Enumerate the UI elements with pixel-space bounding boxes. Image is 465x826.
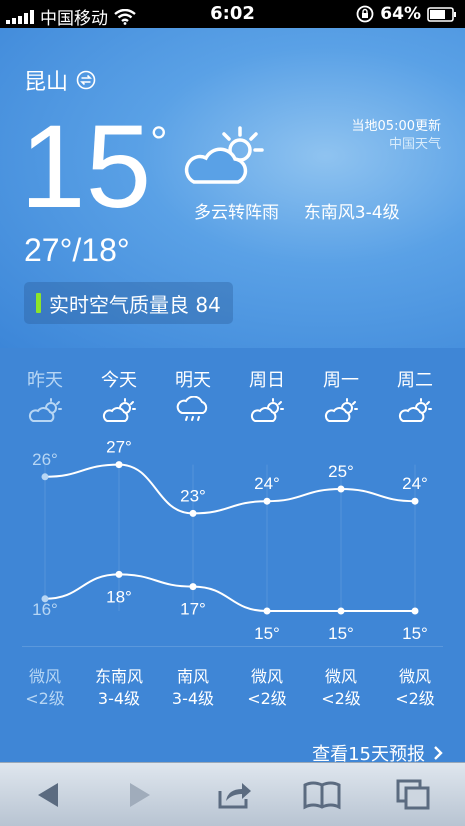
high-temp-point [263,497,271,505]
high-temp-label: 27° [106,438,132,457]
cloud-sun-icon [184,126,264,184]
cloud-sun-icon [324,398,358,422]
forecast-days: 昨天 今天 明天 周日 周一 周二 [0,366,465,391]
high-temp-line [44,463,416,515]
day-label: 昨天 [27,370,63,391]
wind-direction: 东南风 [94,667,143,686]
cloud-sun-icon [398,398,432,422]
high-temp-point [115,461,123,469]
tabs-icon[interactable] [394,777,434,813]
high-temp-label: 24° [254,474,280,493]
wind-level: 3-4级 [171,689,215,708]
day-label: 明天 [175,370,211,391]
current-weather-panel: 昆山 15 ° 多云转阵雨 东南风3-4级 当地05:00更新 中国天气 27°… [0,28,465,348]
high-temp-label: 24° [402,474,428,493]
wind-item: 南风 3-4级 [156,666,230,710]
data-source: 中国天气 [388,137,441,152]
status-bar: 中国移动 6:02 64% [0,0,465,29]
wind-direction: 微风 [324,667,357,686]
wind-level: <2级 [395,689,435,708]
condition-wind: 多云转阵雨 东南风3-4级 [194,198,400,223]
city-selector[interactable]: 昆山 [24,64,96,96]
back-icon[interactable] [28,777,68,813]
update-time: 当地05:00更新 [351,119,441,134]
wind-item: 东南风 3-4级 [82,666,156,710]
wind-direction: 微风 [398,667,431,686]
high-temp-point [41,473,49,481]
current-temperature: 15 [20,101,152,233]
low-temp-label: 18° [106,587,132,606]
wind-direction: 微风 [250,667,283,686]
high-temp-label: 26° [32,450,58,469]
low-temp-line [44,573,415,612]
switch-icon[interactable] [76,70,96,90]
wind-item: 微风 <2级 [230,666,304,710]
forecast-panel: 昨天 今天 明天 周日 周一 周二 26° 27° 23° 24° 25° 24… [0,348,465,765]
day-label: 周一 [323,370,359,391]
low-temp-label: 15° [402,624,428,643]
wind-direction: 南风 [176,667,209,686]
bookmarks-icon[interactable] [302,777,342,813]
update-info: 当地05:00更新 中国天气 [352,118,441,154]
rain-cloud-icon [176,396,208,421]
day-label: 今天 [101,370,137,391]
low-temp-point [411,607,419,615]
degree-symbol: ° [150,118,168,167]
low-temp-point [115,570,123,578]
city-name: 昆山 [24,70,69,95]
wind-item: 微风 <2级 [378,666,452,710]
condition-text: 多云转阵雨 [194,203,279,223]
wind-level: <2级 [25,689,65,708]
day-label: 周二 [397,370,433,391]
aqi-label: 实时空气质量良 84 [49,292,221,317]
wind-item: 微风 <2级 [8,666,82,710]
wind-direction: 微风 [28,667,61,686]
cloud-sun-icon [250,398,284,422]
divider [22,646,443,647]
wind-level: 3-4级 [97,689,141,708]
battery-percent: 64% [380,4,421,24]
low-temp-label: 17° [180,600,206,619]
wind-text: 东南风3-4级 [303,203,400,223]
temperature-chart: 26° 27° 23° 24° 25° 24° 16° 18° 17° 15° 15° 15° [32,438,428,643]
low-temp-point [189,583,197,591]
wind-level: <2级 [321,689,361,708]
rotation-lock-icon [356,5,374,23]
cloud-sun-icon [102,398,136,422]
browser-toolbar [0,762,465,826]
aqi-indicator [36,293,41,313]
cloud-sun-icon [28,398,62,422]
low-temp-point [263,607,271,615]
forward-icon[interactable] [120,777,160,813]
battery-icon [427,6,456,22]
wind-item: 微风 <2级 [304,666,378,710]
high-temp-point [411,497,419,505]
wind-level: <2级 [247,689,287,708]
chevron-right-icon [434,746,443,760]
high-temp-label: 23° [180,486,206,505]
air-quality-button[interactable]: 实时空气质量良 84 [24,282,233,324]
low-temp-point [337,607,345,615]
day-label: 周日 [249,370,285,391]
low-temp-label: 16° [32,600,58,619]
low-temp-label: 15° [254,624,280,643]
battery-info: 64% [356,4,457,24]
temperature-range: 27°/18° [24,232,130,268]
high-temp-point [189,509,197,517]
high-temp-label: 25° [328,462,354,481]
low-temp-label: 15° [328,624,354,643]
high-temp-point [337,485,345,493]
share-icon[interactable] [214,777,254,813]
